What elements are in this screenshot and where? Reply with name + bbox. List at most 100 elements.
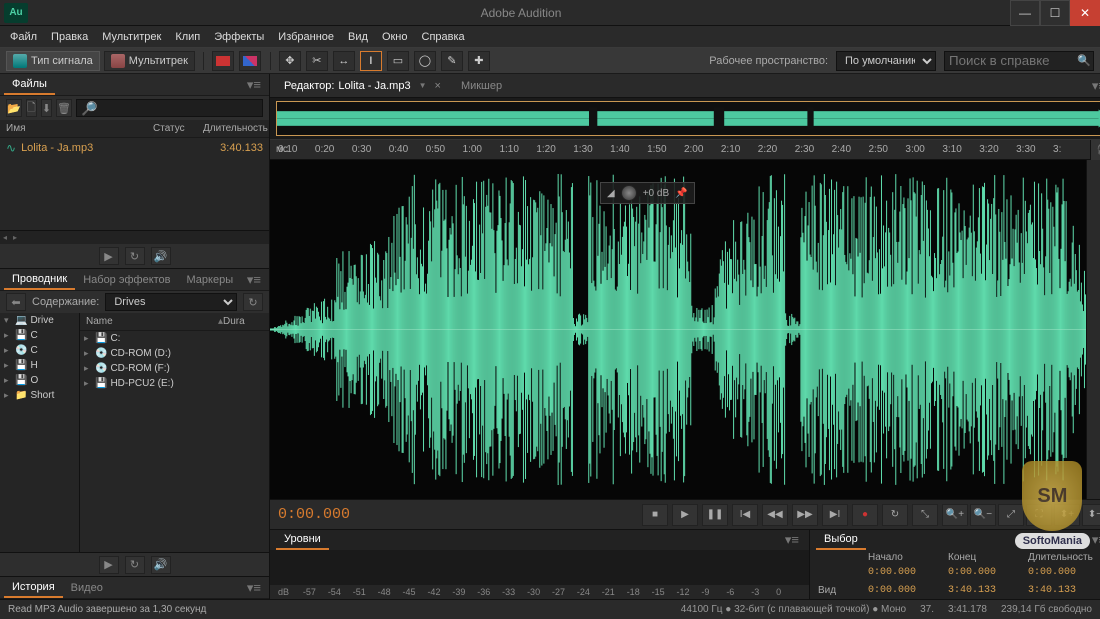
tab-levels[interactable]: Уровни (276, 530, 329, 550)
db-value: -3 (1090, 206, 1100, 223)
timeline-ruler[interactable]: мс 0:100:200:300:400:501:001:101:201:301… (270, 140, 1100, 160)
signal-type-button[interactable]: Тип сигнала (6, 51, 100, 71)
min-button[interactable]: — (1010, 0, 1040, 26)
drive-item[interactable]: ▸💿CD-ROM (D:) (80, 346, 269, 361)
file-row[interactable]: ∿ Lolita - Ja.mp3 3:40.133 (0, 138, 269, 158)
time-mark: 0:10 (278, 144, 315, 155)
time-mark: 2:30 (795, 144, 832, 155)
loop-button[interactable]: ↻ (125, 247, 145, 265)
col-name[interactable]: Name (86, 316, 218, 327)
flag-red-button[interactable] (212, 51, 234, 71)
col-status[interactable]: Статус (153, 123, 203, 134)
help-search-input[interactable] (944, 51, 1094, 71)
close-icon[interactable]: × (435, 80, 441, 92)
content-select[interactable]: Drives (105, 293, 237, 311)
volume-hud[interactable]: ◢ +0 dB 📌 (600, 182, 695, 204)
menu-multitrack[interactable]: Мультитрек (96, 29, 167, 45)
play-button[interactable]: ▶ (99, 247, 119, 265)
col-duration[interactable]: Длительность (203, 123, 263, 134)
skip-selection-button[interactable]: ⤡ (912, 504, 938, 526)
close-file-button[interactable]: 🗑 (56, 99, 72, 117)
folder-tree[interactable]: ▾💻Drive ▸💾C ▸💿C ▸💾H ▸💾O ▸📁Short (0, 313, 80, 552)
play-button[interactable]: ▶ (99, 556, 119, 574)
time-mark: 3:10 (942, 144, 979, 155)
history-panel: История Видео ▾≡ (0, 577, 269, 599)
tab-history[interactable]: История (4, 578, 63, 598)
pin-icon[interactable]: 📌 (675, 188, 687, 199)
menu-effects[interactable]: Эффекты (208, 29, 270, 45)
tab-files[interactable]: Файлы (4, 75, 55, 95)
zoom-in-button[interactable]: 🔍+ (942, 504, 968, 526)
panel-options-icon[interactable]: ▾≡ (243, 580, 265, 596)
drive-item[interactable]: ▸💾C: (80, 331, 269, 346)
time-mark: 3:30 (1016, 144, 1053, 155)
status-diskfree: 239,14 Гб свободно (1001, 604, 1092, 615)
record-button[interactable]: ● (852, 504, 878, 526)
volume-knob-icon[interactable] (621, 185, 637, 201)
workspace-select[interactable]: По умолчанию (836, 51, 936, 71)
level-tick: -57 (303, 587, 328, 597)
tab-selection[interactable]: Выбор (816, 530, 866, 550)
tab-markers[interactable]: Маркеры (179, 271, 242, 289)
close-button[interactable]: ✕ (1070, 0, 1100, 26)
forward-button[interactable]: ▶▶ (792, 504, 818, 526)
view-end[interactable]: 3:40.133 (948, 585, 1028, 596)
tool-heal[interactable]: ✚ (468, 51, 490, 71)
h-scrollbar[interactable] (0, 230, 269, 244)
panel-options-icon[interactable]: ▾≡ (781, 532, 803, 548)
new-file-button[interactable]: 🗋 (26, 99, 37, 117)
panel-options-icon[interactable]: ▾≡ (1088, 78, 1100, 94)
level-tick: -15 (652, 587, 677, 597)
zoom-in-v-button[interactable]: ⬍+ (1054, 504, 1080, 526)
auto-play-button[interactable]: 🔊 (151, 247, 171, 265)
goto-end-button[interactable]: ▶I (822, 504, 848, 526)
pause-button[interactable]: ❚❚ (702, 504, 728, 526)
zoom-out-button[interactable]: 🔍− (970, 504, 996, 526)
menu-file[interactable]: Файл (4, 29, 43, 45)
zoom-full-button[interactable]: ⤢ (998, 504, 1024, 526)
headphone-button[interactable]: 🎧 (1090, 140, 1100, 160)
col-dur[interactable]: Dura (223, 316, 263, 327)
overview-waveform[interactable] (270, 98, 1100, 140)
up-folder-button[interactable]: ⬅ (6, 293, 26, 311)
import-button[interactable]: ⬇ (41, 99, 52, 117)
view-dur[interactable]: 3:40.133 (1028, 585, 1100, 596)
play-button[interactable]: ▶ (672, 504, 698, 526)
time-mark: 0:40 (389, 144, 426, 155)
zoom-selection-button[interactable]: ⛶ (1026, 504, 1052, 526)
files-panel: Файлы ▾≡ 📂 🗋 ⬇ 🗑 Имя Статус Длительность… (0, 74, 269, 269)
tab-mixer[interactable]: Микшер (453, 77, 510, 95)
menu-edit[interactable]: Правка (45, 29, 94, 45)
sel-end[interactable]: 0:00.000 (948, 567, 1028, 578)
tab-effects-rack[interactable]: Набор эффектов (75, 271, 178, 289)
goto-start-button[interactable]: I◀ (732, 504, 758, 526)
panel-options-icon[interactable]: ▾≡ (1088, 532, 1100, 548)
refresh-button[interactable]: ↻ (243, 293, 263, 311)
menu-clip[interactable]: Клип (169, 29, 206, 45)
open-file-button[interactable]: 📂 (6, 99, 22, 117)
tab-explorer[interactable]: Проводник (4, 270, 75, 290)
waveform-editor[interactable]: ◢ +0 dB 📌 dB --1-3-5-7-9-12-18-24-∞-24-1… (270, 160, 1100, 499)
flag-blue-button[interactable] (239, 51, 261, 71)
col-name[interactable]: Имя (6, 123, 153, 134)
file-filter-input[interactable] (76, 99, 263, 117)
multitrack-label: Мультитрек (129, 55, 188, 67)
sel-start[interactable]: 0:00.000 (868, 567, 948, 578)
sel-dur[interactable]: 0:00.000 (1028, 567, 1100, 578)
loop-button[interactable]: ↻ (882, 504, 908, 526)
panel-options-icon[interactable]: ▾≡ (243, 272, 265, 288)
auto-play-button[interactable]: 🔊 (151, 556, 171, 574)
view-start[interactable]: 0:00.000 (868, 585, 948, 596)
stop-button[interactable]: ■ (642, 504, 668, 526)
drive-item[interactable]: ▸💾HD-PCU2 (E:) (80, 376, 269, 391)
tab-video[interactable]: Видео (63, 579, 111, 597)
panel-options-icon[interactable]: ▾≡ (243, 77, 265, 93)
dropdown-icon[interactable]: ▼ (419, 81, 427, 90)
zoom-out-v-button[interactable]: ⬍− (1082, 504, 1100, 526)
loop-button[interactable]: ↻ (125, 556, 145, 574)
drive-item[interactable]: ▸💿CD-ROM (F:) (80, 361, 269, 376)
rewind-button[interactable]: ◀◀ (762, 504, 788, 526)
status-duration: 3:41.178 (948, 604, 987, 615)
multitrack-button[interactable]: Мультитрек (104, 51, 195, 71)
max-button[interactable]: ☐ (1040, 0, 1070, 26)
